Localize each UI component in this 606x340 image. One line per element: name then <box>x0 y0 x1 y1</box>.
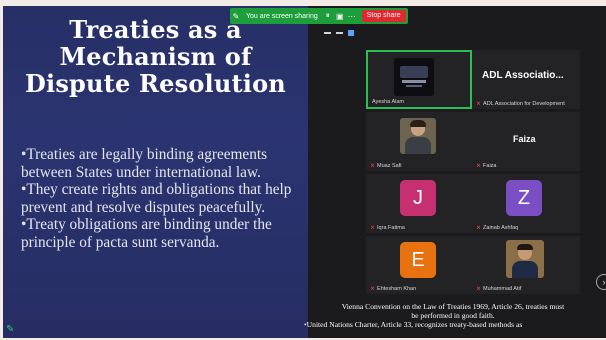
participant-video <box>506 240 544 278</box>
screen-frame: Treaties as a Mechanism of Dispute Resol… <box>0 0 606 340</box>
muted-mic-icon: ⨯ <box>476 163 482 169</box>
slide-bullet: •Treaty obligations are binding under th… <box>21 216 272 251</box>
participant-tile[interactable]: Z ⨯ Zainab Ashfaq <box>472 174 580 233</box>
participant-tile[interactable]: E ⨯ Ehtesham Khan <box>366 236 472 294</box>
caption-line: •United Nations Charter, Article 33, rec… <box>304 320 523 329</box>
options-icon[interactable]: ⋯ <box>346 12 358 21</box>
participant-name: ⨯ Iqra Fatima <box>370 224 405 232</box>
pin-icon[interactable]: ▣ <box>334 12 346 21</box>
participant-name: Ayesha Alam <box>372 99 405 105</box>
slide-bullets: •Treaties are legally binding agreements… <box>21 146 301 252</box>
screen-share-toolbar: ✎ You are screen sharing ⏸ ▣ ⋯ Stop shar… <box>230 8 408 24</box>
slide-bullet: •Treaties are legally binding agreements… <box>21 146 268 181</box>
participant-tile[interactable]: ⨯ Muaz Safi <box>366 112 472 171</box>
gallery-view-icon[interactable] <box>348 30 354 36</box>
participant-name: ⨯ Faiza <box>476 162 497 170</box>
participant-name: ⨯ Muaz Safi <box>370 162 402 170</box>
share-status: You are screen sharing <box>246 12 318 20</box>
minimize-icon[interactable] <box>324 32 331 34</box>
participant-display-name: ADL Associatio... <box>482 70 564 81</box>
slide-title: Treaties as a Mechanism of Dispute Resol… <box>3 16 308 97</box>
gallery-view-controls[interactable] <box>324 30 354 36</box>
participant-display-name: Faiza <box>513 134 536 144</box>
participant-tile[interactable]: Faiza ⨯ Faiza <box>472 112 580 171</box>
slide-title-line: Dispute Resolution <box>25 69 286 98</box>
pause-icon[interactable]: ⏸ <box>322 11 334 21</box>
participant-tile[interactable]: ADL Associatio... ⨯ ADL Association for … <box>472 50 580 109</box>
caption-line: Vienna Convention on the Law of Treaties… <box>341 302 565 311</box>
presentation-slide: Treaties as a Mechanism of Dispute Resol… <box>3 6 308 338</box>
next-page-icon[interactable]: › <box>596 274 606 290</box>
caption-line: be performed in good faith. <box>411 311 495 320</box>
participant-avatar: J <box>400 180 436 216</box>
participant-name: ⨯ ADL Association for Development <box>476 100 565 108</box>
slide-caption: Vienna Convention on the Law of Treaties… <box>300 302 606 329</box>
participant-name: ⨯ Ehtesham Khan <box>370 285 417 293</box>
pencil-icon[interactable]: ✎ <box>230 12 242 21</box>
annotation-icon[interactable]: ✎ <box>6 325 16 335</box>
muted-mic-icon: ⨯ <box>370 163 376 169</box>
participant-name: ⨯ Muhammad Atif <box>476 285 522 293</box>
muted-mic-icon: ⨯ <box>476 286 482 292</box>
participant-video <box>394 58 434 96</box>
stop-share-button[interactable]: Stop share <box>361 10 406 22</box>
participant-tile[interactable]: Ayesha Alam <box>366 50 472 109</box>
participant-tile[interactable]: J ⨯ Iqra Fatima <box>366 174 472 233</box>
muted-mic-icon: ⨯ <box>476 101 482 107</box>
participant-avatar: Z <box>506 180 542 216</box>
muted-mic-icon: ⨯ <box>370 286 376 292</box>
participant-video <box>400 118 436 154</box>
participant-name: ⨯ Zainab Ashfaq <box>476 224 519 232</box>
participant-tile[interactable]: ⨯ Muhammad Atif <box>472 236 580 294</box>
slide-bullet: •They create rights and obligations that… <box>21 181 292 216</box>
participant-avatar: E <box>400 242 436 278</box>
slide-title-line: Mechanism of <box>59 42 252 71</box>
muted-mic-icon: ⨯ <box>476 225 482 231</box>
speaker-view-icon[interactable] <box>336 32 343 34</box>
muted-mic-icon: ⨯ <box>370 225 376 231</box>
